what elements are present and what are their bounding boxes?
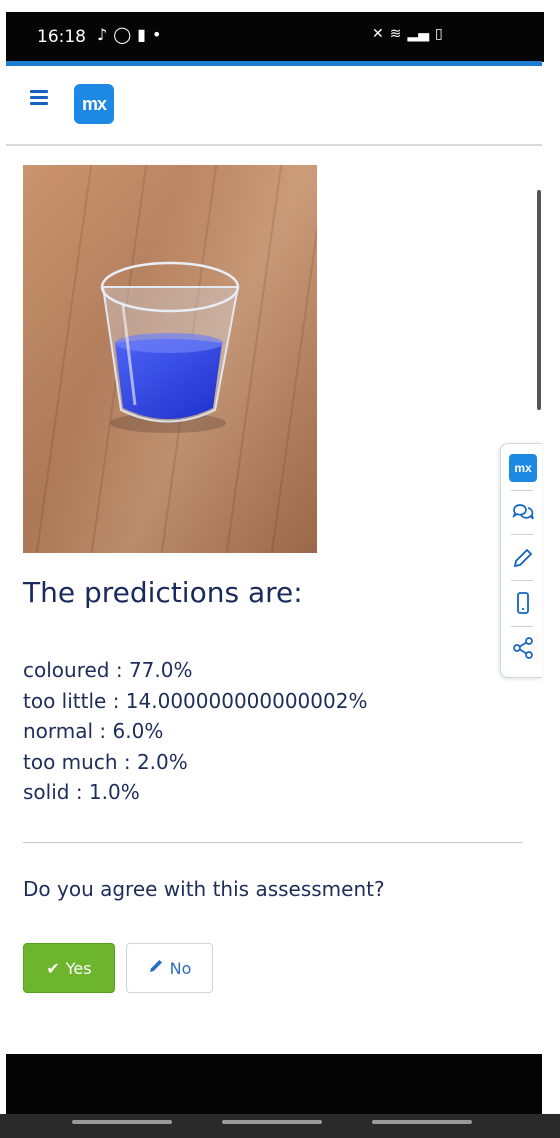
content-divider [23, 842, 523, 843]
signal-icon: ▂▄ [407, 26, 430, 42]
yes-button-label: Yes [65, 958, 92, 978]
side-toolbar: mx [500, 443, 542, 678]
prediction-item: normal : 6.0% [23, 719, 164, 743]
prediction-item: coloured : 77.0% [23, 658, 193, 682]
notification-icon: ▮ [137, 25, 146, 44]
yes-button[interactable]: ✔ Yes [23, 943, 115, 993]
system-nav-bar [6, 1054, 542, 1114]
uploaded-photo [23, 165, 317, 553]
share-icon[interactable] [509, 634, 537, 662]
gesture-bar [0, 1114, 560, 1138]
chat-icon[interactable] [509, 498, 537, 526]
recent-apps-handle[interactable] [72, 1120, 172, 1124]
status-time: 16:18 [37, 27, 86, 47]
predictions-title: The predictions are: [23, 576, 303, 609]
prediction-item: solid : 1.0% [23, 780, 140, 804]
no-button[interactable]: No [126, 943, 213, 993]
prediction-item: too much : 2.0% [23, 749, 188, 774]
dot-icon: • [151, 25, 162, 44]
tiktok-icon: ♪ [97, 25, 108, 44]
header-divider [6, 144, 542, 146]
assessment-question: Do you agree with this assessment? [23, 877, 385, 901]
mute-icon: ✕ [372, 26, 384, 42]
whatsapp-icon: ◯ [113, 25, 132, 44]
back-handle[interactable] [372, 1120, 472, 1124]
pencil-icon [148, 958, 164, 978]
mendix-logo[interactable]: mx [74, 84, 114, 124]
no-button-label: No [169, 958, 192, 978]
wifi-icon: ≋ [389, 26, 402, 42]
phone-icon[interactable] [509, 589, 537, 617]
battery-icon: ▯ [435, 26, 443, 42]
status-right-icons: ✕ ≋ ▂▄ ▯ [372, 26, 443, 42]
home-handle[interactable] [222, 1120, 322, 1124]
status-left-icons: ♪ ◯ ▮ • [97, 25, 161, 44]
mx-logo-icon[interactable]: mx [509, 454, 537, 482]
status-bar: 16:18 ♪ ◯ ▮ • ✕ ≋ ▂▄ ▯ [6, 12, 544, 62]
hamburger-menu-icon[interactable] [30, 90, 48, 108]
prediction-item: too little : 14.000000000000002% [23, 688, 368, 713]
app-header: mx [6, 66, 542, 144]
predictions-list: coloured : 77.0% too little : 14.0000000… [23, 655, 367, 808]
scrollbar[interactable] [537, 190, 541, 410]
edit-icon[interactable] [509, 544, 537, 572]
check-icon: ✔ [46, 958, 60, 978]
